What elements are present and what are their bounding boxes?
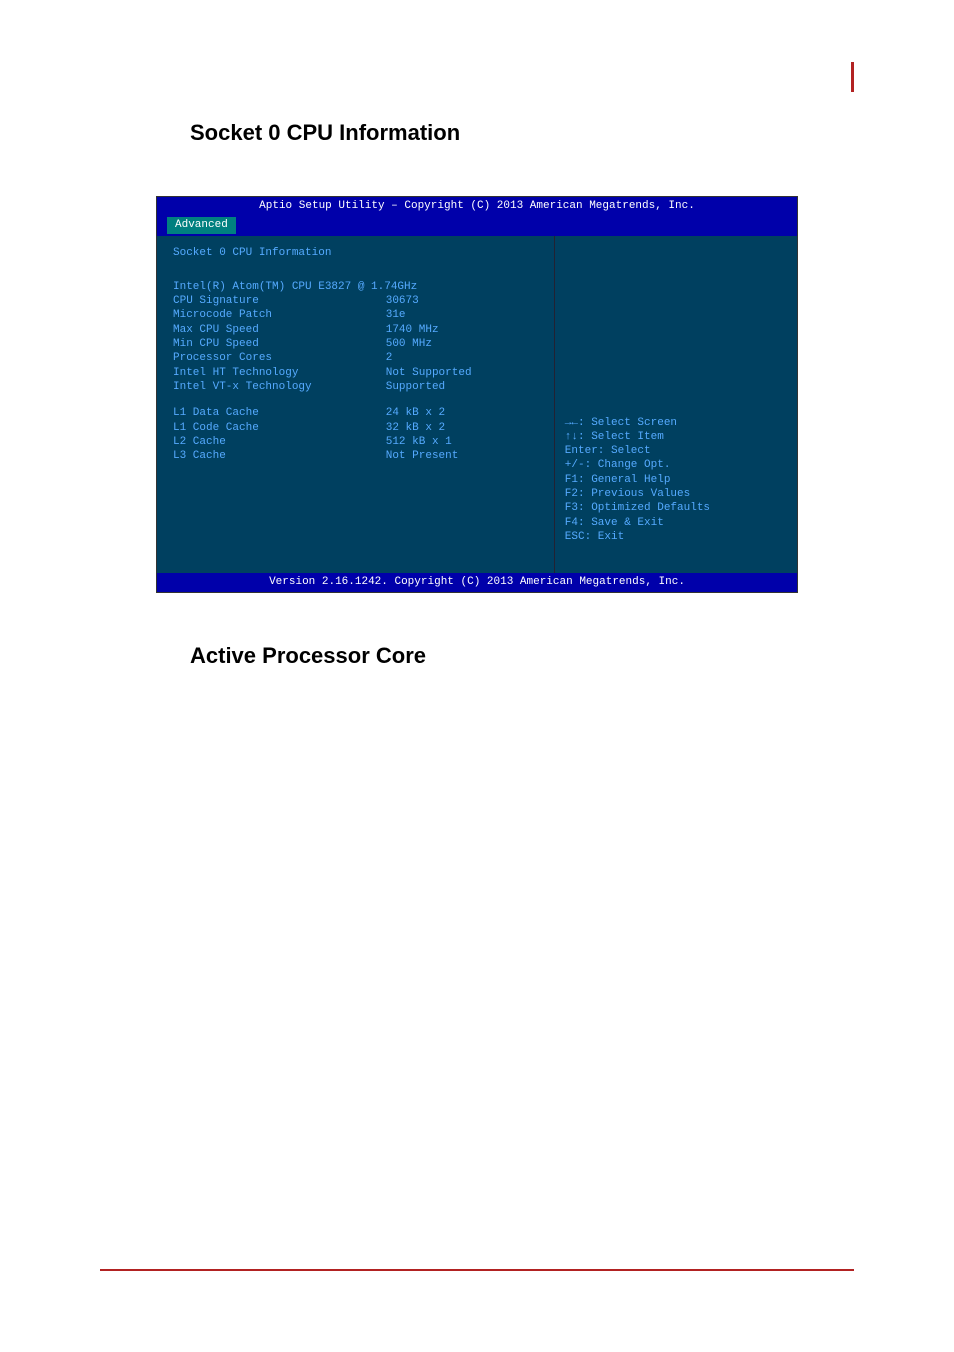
bios-label: Processor Cores (173, 351, 386, 365)
bios-help-line: Enter: Select (565, 444, 787, 458)
bios-info-row: Max CPU Speed1740 MHz (173, 323, 540, 337)
bios-label: CPU Signature (173, 294, 386, 308)
heading-active-core: Active Processor Core (190, 643, 854, 669)
bios-info-row: L3 CacheNot Present (173, 449, 540, 463)
bios-help-line: →←: Select Screen (565, 416, 787, 430)
bios-label: L2 Cache (173, 435, 386, 449)
bios-info-row: Microcode Patch31e (173, 308, 540, 322)
bios-label: L3 Cache (173, 449, 386, 463)
bios-info-row: Min CPU Speed500 MHz (173, 337, 540, 351)
bios-value: Not Supported (386, 366, 540, 380)
bios-info-row: Processor Cores2 (173, 351, 540, 365)
bios-label: Intel HT Technology (173, 366, 386, 380)
bios-value: 31e (386, 308, 540, 322)
bios-value: 32 kB x 2 (386, 421, 540, 435)
bios-help-line: F1: General Help (565, 473, 787, 487)
bios-main-panel: Socket 0 CPU Information Intel(R) Atom(T… (157, 236, 554, 574)
bios-tab-bar: Advanced (157, 215, 797, 235)
bios-screenshot: Aptio Setup Utility – Copyright (C) 2013… (156, 196, 798, 593)
footer-rule (100, 1269, 854, 1271)
bios-value: 24 kB x 2 (386, 406, 540, 420)
bios-title: Aptio Setup Utility – Copyright (C) 2013… (157, 197, 797, 215)
bios-help-line: F3: Optimized Defaults (565, 501, 787, 515)
bios-info-row: L1 Code Cache32 kB x 2 (173, 421, 540, 435)
bios-help-line: ↑↓: Select Item (565, 430, 787, 444)
bios-value: Not Present (386, 449, 540, 463)
bios-label: Microcode Patch (173, 308, 386, 322)
bios-value: 2 (386, 351, 540, 365)
bios-tab-advanced: Advanced (167, 217, 236, 233)
bios-value: 512 kB x 1 (386, 435, 540, 449)
bios-info-row: Intel HT TechnologyNot Supported (173, 366, 540, 380)
bios-value: 1740 MHz (386, 323, 540, 337)
bios-help-line: F4: Save & Exit (565, 516, 787, 530)
bios-label: Min CPU Speed (173, 337, 386, 351)
page-corner-marker (851, 62, 854, 92)
bios-label: Intel VT-x Technology (173, 380, 386, 394)
bios-value: 30673 (386, 294, 540, 308)
bios-info-row: L1 Data Cache24 kB x 2 (173, 406, 540, 420)
bios-help-line: +/-: Change Opt. (565, 458, 787, 472)
bios-label: Max CPU Speed (173, 323, 386, 337)
bios-label: L1 Code Cache (173, 421, 386, 435)
heading-socket0: Socket 0 CPU Information (190, 120, 854, 146)
bios-panel-header: Socket 0 CPU Information (173, 246, 540, 260)
bios-footer: Version 2.16.1242. Copyright (C) 2013 Am… (157, 573, 797, 591)
bios-info-row: L2 Cache512 kB x 1 (173, 435, 540, 449)
bios-info-row: CPU Signature30673 (173, 294, 540, 308)
bios-value: 500 MHz (386, 337, 540, 351)
bios-value: Supported (386, 380, 540, 394)
bios-help-line: F2: Previous Values (565, 487, 787, 501)
bios-help-line: ESC: Exit (565, 530, 787, 544)
bios-label: L1 Data Cache (173, 406, 386, 420)
bios-info-row: Intel VT-x TechnologySupported (173, 380, 540, 394)
bios-cpu-name: Intel(R) Atom(TM) CPU E3827 @ 1.74GHz (173, 280, 540, 294)
bios-help-panel: →←: Select Screen ↑↓: Select Item Enter:… (554, 236, 797, 574)
